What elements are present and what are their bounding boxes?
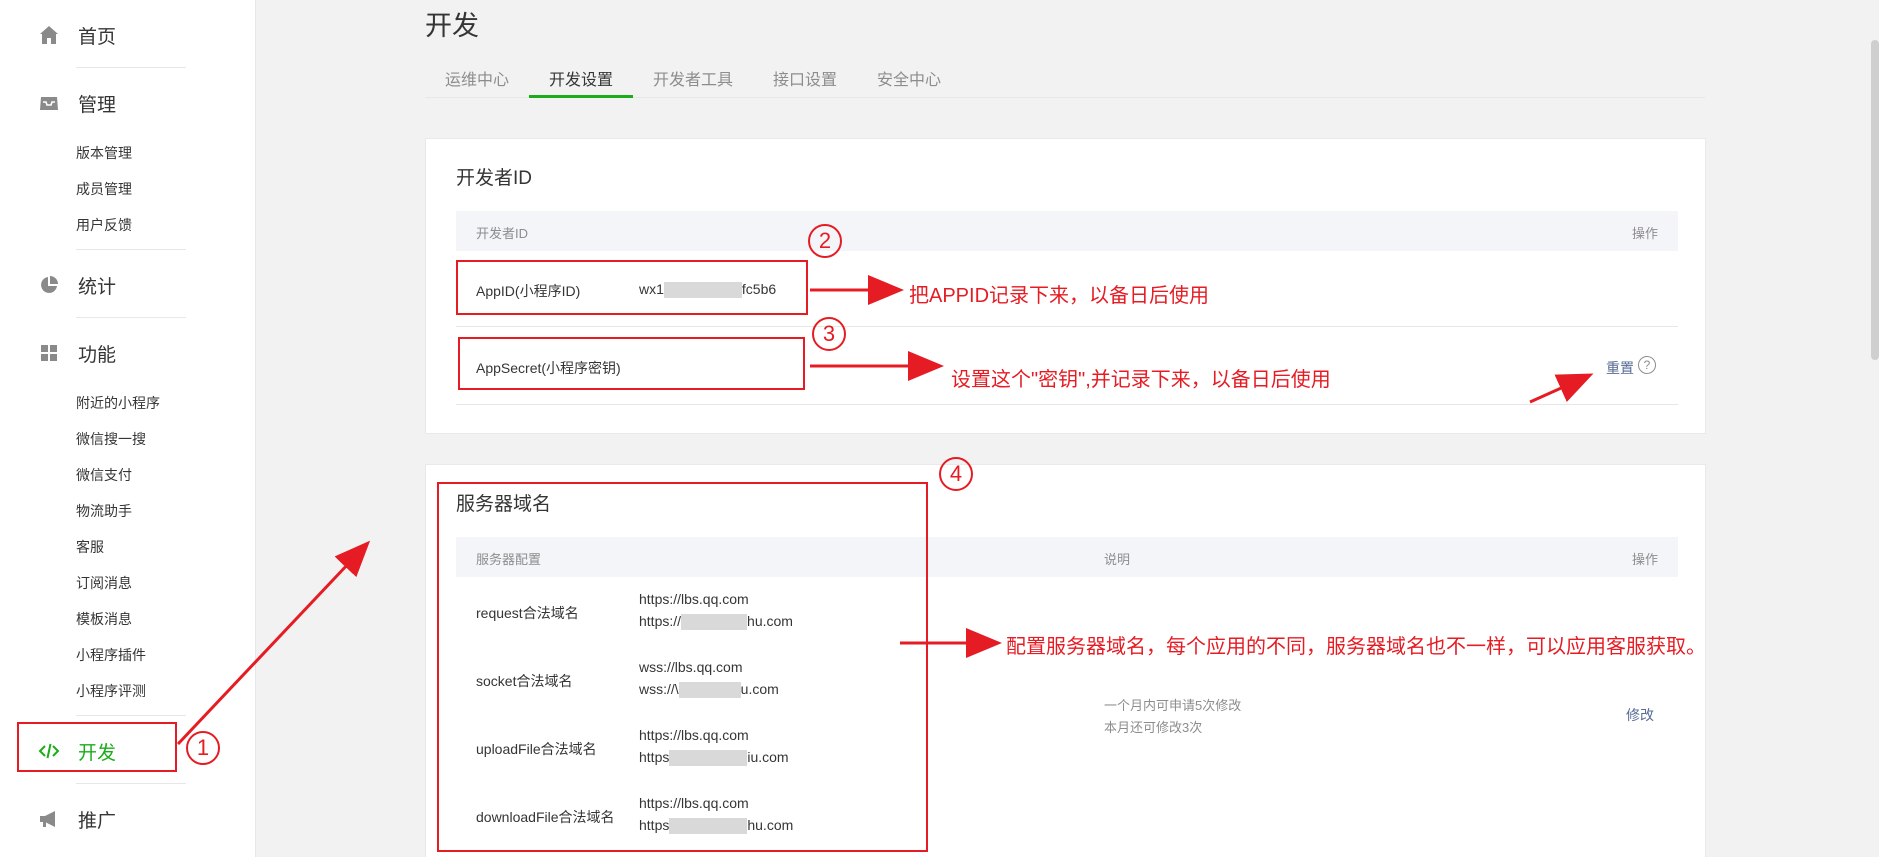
col-action: 操作 [1631,552,1658,567]
divider [76,715,186,716]
col-developer-id: 开发者ID [476,226,529,241]
nav-user-feedback[interactable]: 用户反馈 [76,215,132,235]
nav-nearby-miniprogram[interactable]: 附近的小程序 [76,393,160,413]
col-description: 说明 [1104,552,1131,567]
nav-customer-service[interactable]: 客服 [76,537,104,557]
nav-promote[interactable]: 推广 [38,801,116,837]
tab-ops-center[interactable]: 运维中心 [445,66,509,98]
divider [76,783,186,784]
tab-api-settings[interactable]: 接口设置 [773,66,837,98]
nav-member-manage[interactable]: 成员管理 [76,179,132,199]
active-tab-indicator [529,95,633,98]
annotation-number-4: 4 [939,457,973,491]
divider [76,67,186,68]
annotation-number-3: 3 [812,317,846,351]
nav-version-manage[interactable]: 版本管理 [76,143,132,163]
divider [76,317,186,318]
megaphone-icon [38,808,60,830]
row-divider [456,326,1678,327]
developer-id-title: 开发者ID [456,168,533,189]
tab-security-center[interactable]: 安全中心 [877,66,941,98]
page-scrollbar[interactable] [1871,40,1879,360]
modify-remaining-note: 本月还可修改3次 [1104,720,1203,735]
annotation-note-appid: 把APPID记录下来，以备日后使用 [909,285,1210,307]
reset-secret-link[interactable]: 重置 [1606,358,1634,378]
annotation-box-server-domain [437,482,928,852]
nav-manage[interactable]: 管理 [38,85,116,121]
modify-limit-note: 一个月内可申请5次修改 [1104,698,1242,713]
annotation-box-develop [17,722,177,772]
nav-wechat-pay[interactable]: 微信支付 [76,465,132,485]
nav-features[interactable]: 功能 [38,335,116,371]
tab-dev-tools[interactable]: 开发者工具 [653,66,733,98]
home-icon [38,24,60,46]
developer-id-table-header: 开发者ID 操作 [456,211,1678,251]
annotation-number-1: 1 [186,731,220,765]
divider [76,249,186,250]
nav-logistics[interactable]: 物流助手 [76,501,132,521]
nav-template-message[interactable]: 模板消息 [76,609,132,629]
row-divider [456,404,1678,405]
nav-stats[interactable]: 统计 [38,267,116,303]
nav-wechat-search[interactable]: 微信搜一搜 [76,429,146,449]
annotation-note-server-domain: 配置服务器域名，每个应用的不同，服务器域名也不一样，可以应用客服获取。 [1006,636,1706,658]
nav-stats-label: 统计 [78,276,117,298]
help-icon[interactable]: ? [1638,356,1656,374]
nav-promote-label: 推广 [78,810,117,832]
pie-chart-icon [38,274,60,296]
tab-dev-settings[interactable]: 开发设置 [549,66,613,98]
nav-features-label: 功能 [78,344,117,366]
nav-plugins[interactable]: 小程序插件 [76,645,146,665]
col-action: 操作 [1631,226,1658,241]
annotation-box-appsecret [458,337,805,390]
annotation-number-2: 2 [808,224,842,258]
annotation-box-appid [456,260,808,315]
inbox-icon [38,92,60,114]
nav-manage-label: 管理 [78,94,117,116]
grid-icon [38,342,60,364]
modify-domain-link[interactable]: 修改 [1626,705,1654,725]
annotation-note-appsecret: 设置这个"密钥",并记录下来，以备日后使用 [951,369,1331,391]
nav-evaluation[interactable]: 小程序评测 [76,681,146,701]
nav-subscribe-message[interactable]: 订阅消息 [76,573,132,593]
tab-bar: 运维中心 开发设置 开发者工具 接口设置 安全中心 [425,60,1705,98]
nav-home-label: 首页 [78,26,117,48]
nav-home[interactable]: 首页 [38,17,116,53]
page-title: 开发 [425,11,479,41]
